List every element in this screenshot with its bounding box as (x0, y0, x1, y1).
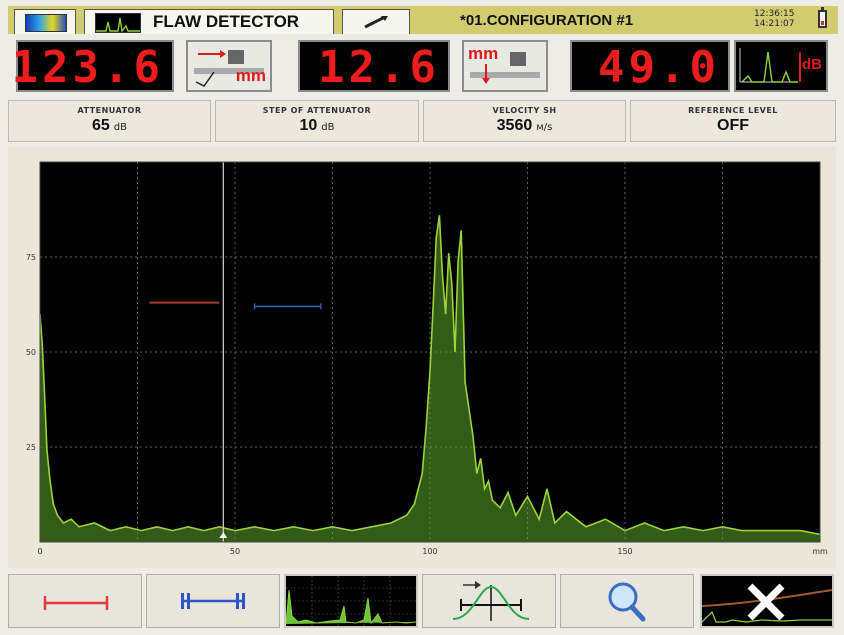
ascan-view-icon (286, 576, 416, 626)
velocity-value: 3560 (496, 117, 533, 134)
amplitude-unit: dB (802, 56, 822, 73)
step-param[interactable]: STEP OF ATTENUATOR 10 dB (215, 100, 419, 142)
ascan-plot-area[interactable]: 75 50 25 0 50 100 150 mm (8, 146, 836, 568)
amplitude-unit-button[interactable]: dB (734, 40, 828, 92)
clock-time-secondary: 14:21:07 (754, 19, 795, 29)
ascan-view-button[interactable] (284, 574, 418, 628)
tab-display[interactable] (14, 9, 76, 34)
dac-curve-icon (452, 581, 530, 621)
gate-b-button[interactable] (146, 574, 280, 628)
tab-flaw-detector[interactable]: FLAW DETECTOR (84, 9, 334, 34)
zoom-button[interactable] (560, 574, 694, 628)
tab-title: FLAW DETECTOR (153, 12, 300, 31)
clock: 12:36:15 14:21:07 (754, 9, 794, 29)
color-palette-icon (25, 14, 67, 32)
y-tick-label: 25 (26, 443, 36, 452)
reference-level-value: OFF (717, 117, 749, 134)
reference-level-param[interactable]: REFERENCE LEVEL OFF (630, 100, 836, 142)
battery-icon (818, 7, 827, 28)
depth-readout[interactable]: 12.6 (298, 40, 450, 93)
step-value: 10 (299, 117, 318, 134)
velocity-unit: м/s (536, 122, 553, 133)
top-tab-bar: FLAW DETECTOR *01.CONFIGURATION #1 12:36… (8, 6, 838, 34)
amplitude-readout[interactable]: 49.0 (570, 40, 730, 93)
sound-path-readout[interactable]: 123.6 (12, 40, 174, 93)
velocity-param[interactable]: VELOCITY SH 3560 м/s (423, 100, 626, 142)
attenuator-unit: dB (113, 122, 127, 133)
gate-b-icon (181, 593, 245, 609)
gate-a-button[interactable] (8, 574, 142, 628)
velocity-label: VELOCITY SH (492, 106, 557, 115)
depth-value: 12.6 (318, 42, 440, 93)
reference-level-label: REFERENCE LEVEL (688, 106, 778, 115)
flaw-detector-screen: FLAW DETECTOR *01.CONFIGURATION #1 12:36… (0, 0, 844, 635)
step-label: STEP OF ATTENUATOR (262, 106, 372, 115)
close-icon (702, 583, 832, 623)
step-unit: dB (321, 122, 335, 133)
attenuator-label: ATTENUATOR (77, 106, 142, 115)
amplitude-value: 49.0 (598, 42, 720, 93)
x-tick-label: 50 (230, 547, 240, 556)
attenuator-param[interactable]: ATTENUATOR 65 dB (8, 100, 211, 142)
ascan-thumbnail-icon (95, 13, 141, 33)
sound-path-value: 123.6 (11, 42, 164, 93)
tab-settings[interactable] (342, 9, 410, 34)
x-tick-label: 100 (422, 547, 437, 556)
sound-path-unit-button[interactable]: mm (186, 40, 272, 92)
gate-a-icon (43, 596, 109, 610)
x-tick-label: mm (812, 547, 828, 556)
y-tick-label: 75 (26, 253, 36, 262)
x-tick-label: 150 (617, 547, 632, 556)
ascan-chart[interactable]: 75 50 25 0 50 100 150 mm (8, 146, 836, 568)
close-button[interactable] (700, 574, 834, 628)
sound-path-unit: mm (235, 66, 266, 85)
depth-unit: mm (468, 44, 499, 63)
depth-unit-button[interactable]: mm (462, 40, 548, 92)
clock-time: 12:36:15 (754, 9, 795, 19)
magnifier-icon (608, 582, 646, 622)
curve-settings-button[interactable] (422, 574, 556, 628)
attenuator-value: 65 (91, 117, 110, 134)
x-tick-label: 0 (37, 547, 42, 556)
wrench-icon (361, 14, 391, 34)
configuration-name: *01.CONFIGURATION #1 (460, 12, 634, 29)
y-tick-label: 50 (26, 348, 36, 357)
